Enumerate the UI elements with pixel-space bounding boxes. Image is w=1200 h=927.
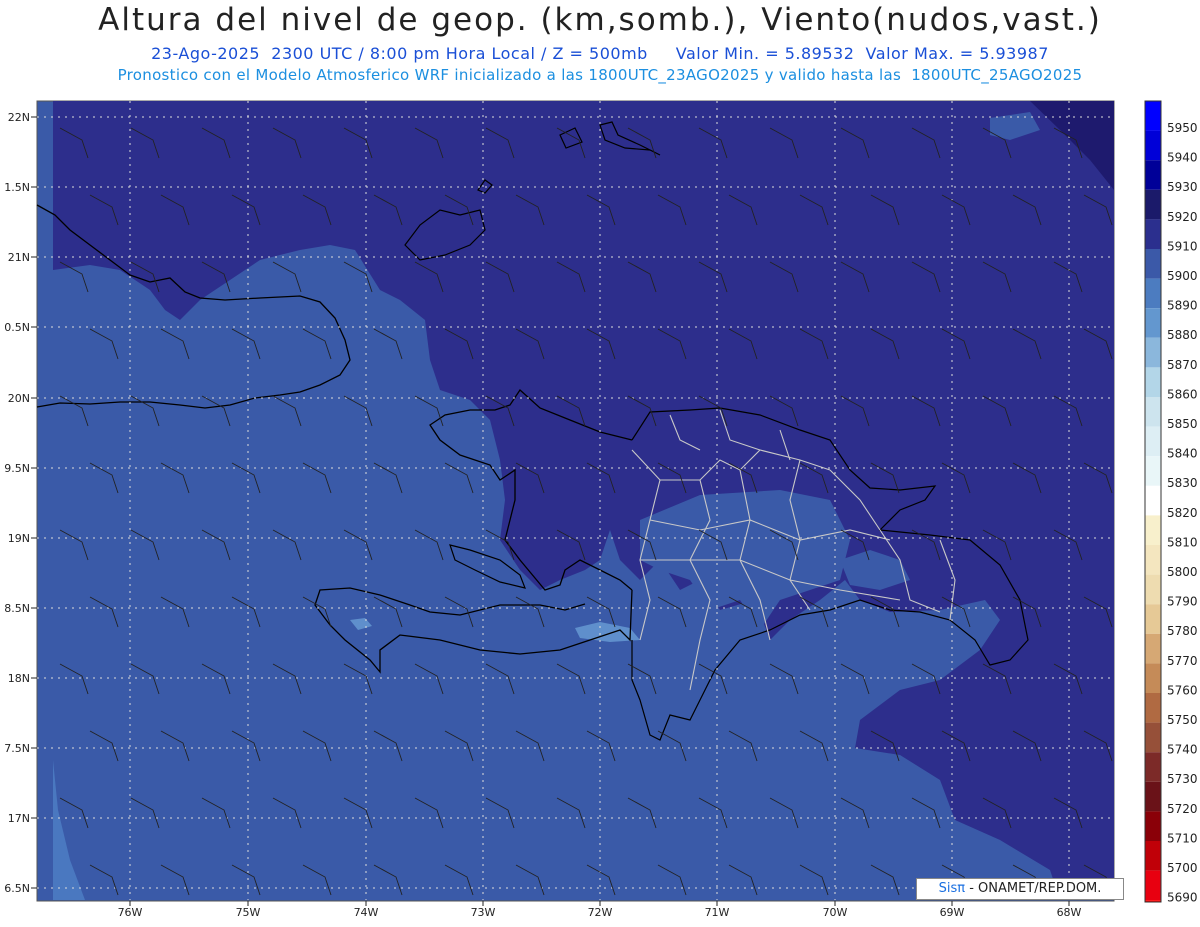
colorbar-swatch: [1145, 633, 1161, 664]
lat-label: 6.5N: [4, 882, 30, 895]
colorbar-swatch: [1145, 811, 1161, 841]
colorbar-label: 5870: [1167, 358, 1198, 372]
colorbar-swatch: [1145, 781, 1161, 812]
lat-label: 21N: [8, 251, 30, 264]
lon-label: 69W: [940, 906, 965, 919]
lon-label: 75W: [236, 906, 261, 919]
colorbar-label: 5860: [1167, 387, 1198, 401]
colorbar-label: 5690: [1167, 891, 1198, 905]
colorbar-swatch: [1145, 367, 1161, 397]
lon-label: 68W: [1057, 906, 1082, 919]
colorbar-swatch: [1145, 160, 1161, 190]
colorbar-swatch: [1145, 249, 1161, 279]
colorbar-label: 5950: [1167, 121, 1198, 135]
colorbar-label: 5900: [1167, 269, 1198, 283]
colorbar-swatch: [1145, 693, 1161, 723]
colorbar-swatch: [1145, 278, 1161, 309]
colorbar-label: 5800: [1167, 565, 1198, 579]
colorbar-label: 5810: [1167, 535, 1198, 549]
colorbar-label: 5880: [1167, 328, 1198, 342]
colorbar-label: 5840: [1167, 447, 1198, 461]
colorbar-swatch: [1145, 397, 1161, 427]
geopotential-map: 22N 1.5N 21N 0.5N 20N 9.5N 19N 8.5N 18N 7.5N 17N 6.…: [4, 100, 1198, 919]
colorbar-label: 5930: [1167, 180, 1198, 194]
colorbar-swatch: [1145, 515, 1161, 545]
lat-label: 19N: [8, 532, 30, 545]
colorbar-swatch: [1145, 841, 1161, 871]
colorbar-label: 5760: [1167, 683, 1198, 697]
colorbar-swatch: [1145, 722, 1161, 753]
colorbar-swatch: [1145, 456, 1161, 486]
credit-text: - ONAMET/REP.DOM.: [965, 881, 1102, 896]
colorbar-swatch: [1145, 308, 1161, 338]
colorbar-label: 5720: [1167, 802, 1198, 816]
colorbar-swatch: [1145, 219, 1161, 249]
colorbar-label: 5850: [1167, 417, 1198, 431]
lat-label: 7.5N: [4, 742, 30, 755]
colorbar-swatch: [1145, 663, 1161, 693]
lon-label: 76W: [118, 906, 143, 919]
colorbar-label: 5730: [1167, 772, 1198, 786]
colorbar-label: 5750: [1167, 713, 1198, 727]
lat-label: 1.5N: [4, 181, 30, 194]
colorbar-swatch: [1145, 870, 1161, 901]
colorbar-label: 5770: [1167, 654, 1198, 668]
colorbar-label: 5830: [1167, 476, 1198, 490]
colorbar-swatch: [1145, 574, 1161, 605]
colorbar-label: 5780: [1167, 624, 1198, 638]
lat-label: 9.5N: [4, 462, 30, 475]
lat-label: 17N: [8, 812, 30, 825]
colorbar-label: 5910: [1167, 239, 1198, 253]
lon-label: 71W: [705, 906, 730, 919]
longitude-axis: 76W 75W 74W 73W 72W 71W 70W 69W 68W: [118, 901, 1082, 919]
colorbar-label: 5940: [1167, 151, 1198, 165]
lon-label: 73W: [471, 906, 496, 919]
colorbar-label: 5920: [1167, 210, 1198, 224]
latitude-axis: 22N 1.5N 21N 0.5N 20N 9.5N 19N 8.5N 18N 7.5N 17N 6.…: [4, 111, 37, 895]
lon-label: 74W: [354, 906, 379, 919]
colorbar-label: 5740: [1167, 743, 1198, 757]
colorbar-swatch: [1145, 337, 1161, 368]
colorbar-label: 5790: [1167, 595, 1198, 609]
sispi-logo: Sisπ: [938, 881, 966, 896]
lat-label: 20N: [8, 392, 30, 405]
colorbar-label: 5820: [1167, 506, 1198, 520]
lat-label: 18N: [8, 672, 30, 685]
colorbar-label: 5700: [1167, 861, 1198, 875]
colorbar-swatch: [1145, 752, 1161, 782]
colorbar-swatch: [1145, 101, 1161, 131]
colorbar-swatch: [1145, 130, 1161, 161]
lon-label: 70W: [823, 906, 848, 919]
lat-label: 22N: [8, 111, 30, 124]
lon-label: 72W: [588, 906, 613, 919]
lat-label: 0.5N: [4, 321, 30, 334]
colorbar-swatch: [1145, 426, 1161, 457]
colorbar-swatch: [1145, 604, 1161, 634]
colorbar-label: 5710: [1167, 831, 1198, 845]
colorbar-swatch: [1145, 485, 1161, 516]
colorbar: 5950 5940 5930 5920 5910 5900 5890 5880 5870 5860…: [1144, 100, 1198, 905]
colorbar-label: 5890: [1167, 299, 1198, 313]
colorbar-swatch: [1145, 545, 1161, 575]
colorbar-swatch: [1145, 189, 1161, 220]
lat-label: 8.5N: [4, 602, 30, 615]
credit-box: Sisπ - ONAMET/REP.DOM.: [916, 878, 1124, 900]
